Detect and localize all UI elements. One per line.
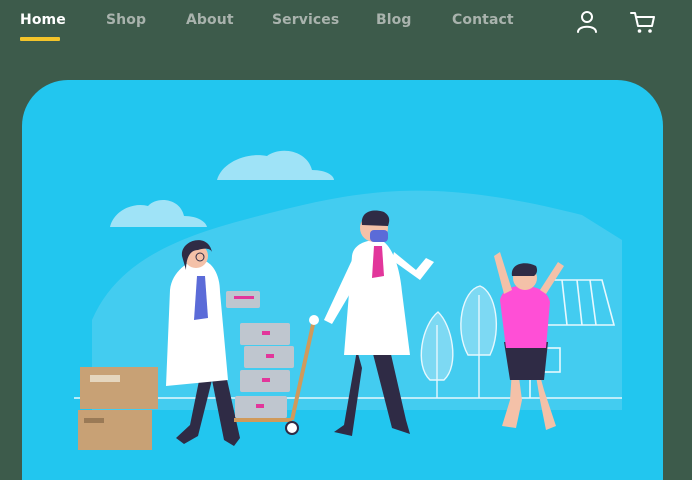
main-navigation: Home Shop About Services Blog Contact: [0, 0, 692, 60]
nav-item-about[interactable]: About: [186, 12, 234, 28]
nav-item-blog[interactable]: Blog: [376, 12, 412, 28]
user-icon[interactable]: [573, 8, 601, 36]
nav-item-services[interactable]: Services: [272, 12, 339, 28]
cloud-1: [217, 150, 334, 180]
hero-banner: [22, 80, 663, 480]
hero-illustration: [74, 150, 622, 450]
cardboard-boxes: [78, 367, 158, 450]
cart-icon[interactable]: [629, 8, 657, 36]
cloud-2: [110, 200, 207, 227]
nav-item-shop[interactable]: Shop: [106, 12, 146, 28]
nav-item-contact[interactable]: Contact: [452, 12, 514, 28]
nav-item-home[interactable]: Home: [20, 12, 66, 28]
active-nav-underline: [20, 37, 60, 41]
